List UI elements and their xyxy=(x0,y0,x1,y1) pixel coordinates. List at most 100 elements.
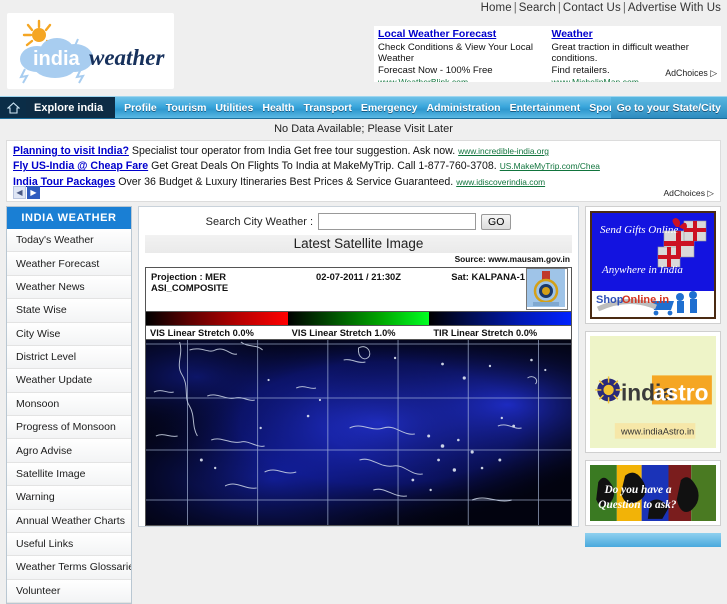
home-icon xyxy=(6,101,20,114)
astro-ad-url: www.indiaAstro.in xyxy=(620,427,694,437)
nav-item-emergency[interactable]: Emergency xyxy=(361,102,418,114)
indiaastro-ad[interactable]: india astro www.indiaAstro.in xyxy=(590,336,716,448)
sidebar-item-state-wise[interactable]: State Wise xyxy=(7,299,131,323)
text-ad-row-3[interactable]: India Tour Packages Over 36 Budget & Lux… xyxy=(13,175,714,190)
astro-ad-brand2: astro xyxy=(653,379,709,405)
sidebar-item-annual-weather-charts[interactable]: Annual Weather Charts xyxy=(7,509,131,533)
header-ad-banner[interactable]: Local Weather Forecast Check Conditions … xyxy=(374,26,721,82)
sidebar-item-weather-news[interactable]: Weather News xyxy=(7,275,131,300)
sidebar-item-satellite-image[interactable]: Satellite Image xyxy=(7,462,131,487)
ad-tile-indiaastro[interactable]: india astro www.indiaAstro.in xyxy=(585,331,721,453)
left-sidebar: INDIA WEATHER Today's Weather Weather Fo… xyxy=(6,206,132,604)
logo-text-weather: weather xyxy=(89,45,165,70)
sidebar-item-todays-weather[interactable]: Today's Weather xyxy=(7,229,131,253)
nav-item-sports[interactable]: Sports xyxy=(589,102,610,114)
imd-emblem-icon xyxy=(526,268,568,310)
nav-home-button[interactable] xyxy=(0,97,26,118)
satellite-image xyxy=(146,340,571,525)
nav-explore-india[interactable]: Explore india xyxy=(26,97,116,118)
top-link-search[interactable]: Search xyxy=(519,2,556,14)
sidebar-item-weather-terms-glossaries[interactable]: Weather Terms Glossaries xyxy=(7,556,131,580)
right-sidebar: Send Gifts Online Anywhere in India Shop… xyxy=(585,206,721,547)
text-ad-url-2[interactable]: US.MakeMyTrip.com/Chea xyxy=(500,161,600,171)
adchoices-icon-header: ▷ xyxy=(710,68,717,78)
shoponline-gift-ad[interactable]: Send Gifts Online Anywhere in India Shop… xyxy=(590,211,716,319)
nav-go-to-state-city[interactable]: Go to your State/City xyxy=(610,97,727,118)
search-go-button[interactable]: GO xyxy=(481,213,512,230)
search-city-weather-row: Search City Weather : GO xyxy=(145,212,572,235)
color-bar-red xyxy=(146,312,288,325)
header-ad-url-1[interactable]: www.WeatherBlink.com xyxy=(378,77,544,82)
text-ad-prev-button[interactable]: ◀ xyxy=(13,186,26,199)
sidebar-item-weather-forecast[interactable]: Weather Forecast xyxy=(7,252,131,276)
text-ad-link-1[interactable]: Planning to visit India? xyxy=(13,145,129,157)
nav-item-health[interactable]: Health xyxy=(262,102,294,114)
nav-item-administration[interactable]: Administration xyxy=(427,102,501,114)
logo-graphic: india weather xyxy=(19,19,165,84)
link-separator-2: | xyxy=(557,2,561,14)
ad-tile-shoponline[interactable]: Send Gifts Online Anywhere in India Shop… xyxy=(585,206,721,324)
site-logo[interactable]: india weather xyxy=(7,13,174,89)
ad-tile-question[interactable]: Do you have a Question to ask? xyxy=(585,460,721,526)
text-ad-body-3: Over 36 Budget & Luxury Itineraries Best… xyxy=(118,175,454,188)
text-ad-pager: ◀ ▶ xyxy=(13,186,40,199)
sidebar-item-volunteer[interactable]: Volunteer xyxy=(7,579,131,603)
status-message-bar: No Data Available; Please Visit Later xyxy=(0,119,727,138)
question-ad-line1: Do you have a xyxy=(603,483,671,496)
search-label: Search City Weather : xyxy=(205,215,314,228)
nav-item-profile[interactable]: Profile xyxy=(124,102,157,114)
logo-text-india: india xyxy=(33,48,81,70)
top-link-advertise-with-us[interactable]: Advertise With Us xyxy=(628,2,721,14)
satellite-composite: ASI_COMPOSITE xyxy=(151,282,229,293)
adchoices-label-header[interactable]: AdChoices ▷ xyxy=(665,68,717,79)
header-ad-title-2[interactable]: Weather xyxy=(552,28,718,41)
satellite-name: Sat: KALPANA-1 xyxy=(451,271,525,282)
nav-item-utilities[interactable]: Utilities xyxy=(215,102,253,114)
sidebar-item-weather-update[interactable]: Weather Update xyxy=(7,369,131,393)
text-ad-link-2[interactable]: Fly US-India @ Cheap Fare xyxy=(13,160,148,172)
stretch-label-vis-0: VIS Linear Stretch 0.0% xyxy=(150,327,254,338)
satellite-image-panel: Projection : MER ASI_COMPOSITE 02-07-201… xyxy=(145,267,572,526)
nav-item-transport[interactable]: Transport xyxy=(303,102,351,114)
sidebar-item-progress-of-monsoon[interactable]: Progress of Monsoon xyxy=(7,416,131,440)
header-ad-line2-1: Forecast Now - 100% Free xyxy=(378,64,493,76)
nav-item-list: Profile Tourism Utilities Health Transpo… xyxy=(115,97,610,118)
sidebar-item-monsoon[interactable]: Monsoon xyxy=(7,392,131,416)
text-ad-body-1: Specialist tour operator from India Get … xyxy=(131,145,456,157)
main-content: Search City Weather : GO Latest Satellit… xyxy=(138,206,579,527)
adchoices-text-header: AdChoices xyxy=(665,68,708,78)
header-ad-line1-1: Check Conditions & View Your Local Weath… xyxy=(378,41,534,65)
top-link-contact-us[interactable]: Contact Us xyxy=(563,2,621,14)
header-ad-title-1[interactable]: Local Weather Forecast xyxy=(378,28,544,41)
header-ad-item-1[interactable]: Local Weather Forecast Check Conditions … xyxy=(378,28,544,82)
nav-item-tourism[interactable]: Tourism xyxy=(166,102,207,114)
gift-ad-brand1: Shop xyxy=(596,294,624,306)
adchoices-label-textads[interactable]: AdChoices ▷ xyxy=(663,188,714,199)
text-ad-url-3[interactable]: www.idiscoverindia.com xyxy=(456,177,545,187)
top-navigation-links: Home | Search | Contact Us | Advertise With Us xyxy=(481,2,721,14)
nav-item-entertainment[interactable]: Entertainment xyxy=(510,102,581,114)
text-ad-next-button[interactable]: ▶ xyxy=(27,186,40,199)
stretch-label-tir-0: TIR Linear Stretch 0.0% xyxy=(433,327,538,338)
question-ad[interactable]: Do you have a Question to ask? xyxy=(590,465,716,521)
text-ad-block: Planning to visit India? Specialist tour… xyxy=(6,140,721,202)
text-ad-url-1[interactable]: www.incredible-india.org xyxy=(458,146,549,156)
text-ad-row-1[interactable]: Planning to visit India? Specialist tour… xyxy=(13,144,714,159)
top-link-home[interactable]: Home xyxy=(481,2,512,14)
satellite-image-graphic xyxy=(146,340,571,525)
page-header: india weather Home | Search | Contact Us | Adv… xyxy=(0,0,727,96)
color-bar-green xyxy=(287,312,430,325)
sidebar-item-warning[interactable]: Warning xyxy=(7,486,131,510)
page-title-bar: Latest Satellite Image xyxy=(145,235,572,253)
source-attribution: Source: www.mausam.gov.in xyxy=(454,254,570,264)
sidebar-item-district-level[interactable]: District Level xyxy=(7,345,131,370)
gift-ad-brand2: Online.in xyxy=(622,294,669,306)
sidebar-item-agro-advise[interactable]: Agro Advise xyxy=(7,439,131,463)
header-ad-line2-2: Find retailers. xyxy=(551,64,610,76)
text-ad-row-2[interactable]: Fly US-India @ Cheap Fare Get Great Deal… xyxy=(13,159,714,174)
sidebar-item-city-wise[interactable]: City Wise xyxy=(7,322,131,346)
satellite-metadata: Projection : MER ASI_COMPOSITE 02-07-201… xyxy=(146,268,571,311)
stretch-label-vis-1: VIS Linear Stretch 1.0% xyxy=(291,327,396,338)
search-input[interactable] xyxy=(318,213,477,230)
satellite-projection: Projection : MER xyxy=(151,271,227,282)
